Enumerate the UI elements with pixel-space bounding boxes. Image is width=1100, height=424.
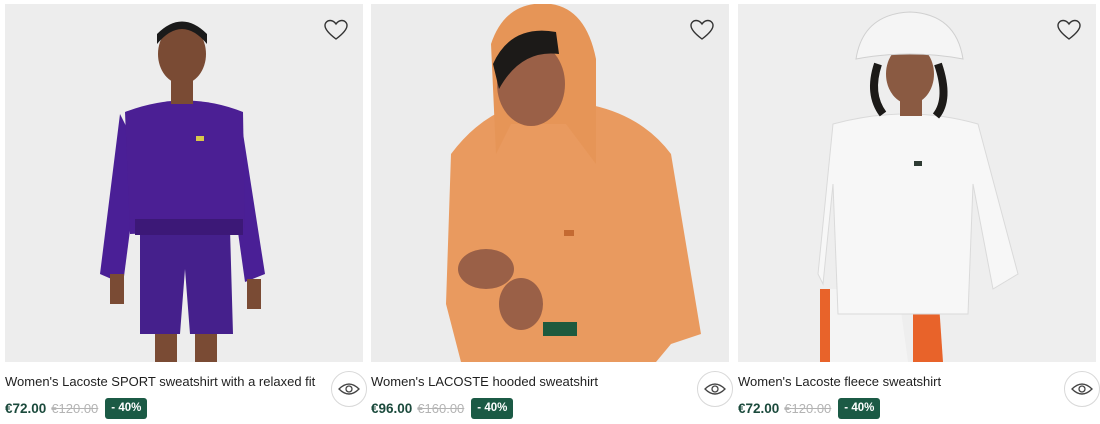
- price-row: €72.00 €120.00 - 40%: [5, 397, 148, 419]
- product-grid: Women's Lacoste SPORT sweatshirt with a …: [0, 0, 1100, 424]
- eye-icon: [1071, 383, 1093, 395]
- discount-badge: - 40%: [471, 397, 514, 419]
- heart-icon[interactable]: [323, 18, 349, 42]
- discount-badge: - 40%: [105, 397, 148, 419]
- original-price: €120.00: [51, 400, 99, 416]
- product-image[interactable]: [738, 4, 1096, 362]
- product-card[interactable]: Women's Lacoste SPORT sweatshirt with a …: [5, 4, 367, 424]
- current-price: €72.00: [5, 400, 47, 416]
- product-image[interactable]: [5, 4, 363, 362]
- original-price: €160.00: [417, 400, 465, 416]
- quick-view-button[interactable]: [331, 371, 367, 407]
- product-title[interactable]: Women's Lacoste fleece sweatshirt: [738, 374, 1058, 389]
- heart-icon[interactable]: [1056, 18, 1082, 42]
- quick-view-button[interactable]: [1064, 371, 1100, 407]
- product-card[interactable]: Women's LACOSTE hooded sweatshirt €96.00…: [371, 4, 733, 424]
- product-title[interactable]: Women's Lacoste SPORT sweatshirt with a …: [5, 374, 325, 389]
- original-price: €120.00: [784, 400, 832, 416]
- price-row: €72.00 €120.00 - 40%: [738, 397, 881, 419]
- current-price: €72.00: [738, 400, 780, 416]
- price-row: €96.00 €160.00 - 40%: [371, 397, 514, 419]
- eye-icon: [704, 383, 726, 395]
- product-image[interactable]: [371, 4, 729, 362]
- product-card[interactable]: Women's Lacoste fleece sweatshirt €72.00…: [738, 4, 1100, 424]
- eye-icon: [338, 383, 360, 395]
- product-title[interactable]: Women's LACOSTE hooded sweatshirt: [371, 374, 691, 389]
- current-price: €96.00: [371, 400, 413, 416]
- quick-view-button[interactable]: [697, 371, 733, 407]
- discount-badge: - 40%: [838, 397, 881, 419]
- heart-icon[interactable]: [689, 18, 715, 42]
